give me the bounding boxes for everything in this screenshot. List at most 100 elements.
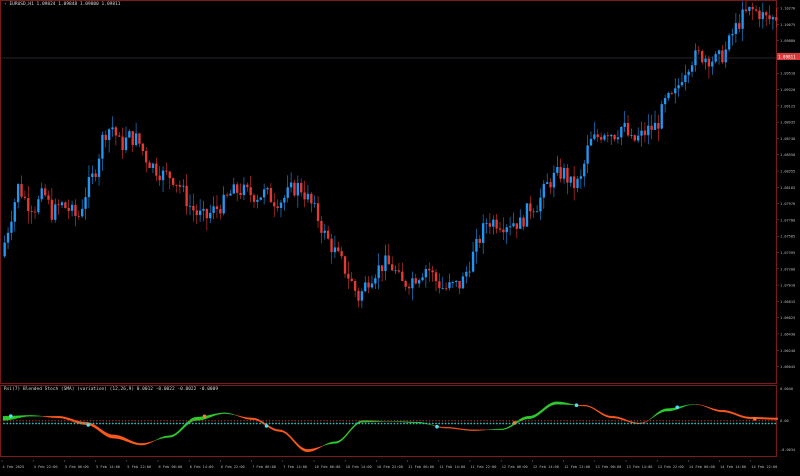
candle-body (472, 252, 474, 272)
upper-dot (323, 420, 324, 421)
candle-body (357, 291, 359, 301)
upper-dot (176, 420, 177, 421)
upper-dot (656, 420, 657, 421)
upper-dot (202, 420, 203, 421)
upper-dot (307, 420, 308, 421)
signal-dot (575, 403, 579, 407)
upper-dot (576, 420, 577, 421)
upper-dot (135, 420, 136, 421)
zero-dot (150, 423, 152, 425)
upper-dot (327, 420, 328, 421)
price-tick-label: 1.07780 (780, 218, 795, 222)
candle-body (7, 233, 9, 243)
candle-body (51, 200, 53, 220)
upper-dot (301, 420, 302, 421)
upper-dot (739, 420, 740, 421)
ribbon-segment (543, 407, 546, 412)
candle-body (664, 98, 666, 104)
ribbon-segment (310, 449, 313, 452)
zero-dot (461, 423, 463, 425)
time-tick-label: 6 Feb 06:00 (159, 465, 183, 469)
zero-dot (64, 423, 66, 425)
candle-body (711, 62, 713, 67)
upper-dot (48, 420, 49, 421)
candle-body (270, 188, 272, 202)
ribbon-segment (682, 406, 685, 408)
indicator-scale[interactable]: 0.00400.00-0.0034 (777, 385, 800, 457)
ribbon-segment (618, 417, 621, 419)
ribbon-segment (507, 426, 510, 428)
upper-dot (560, 420, 561, 421)
upper-dot (103, 420, 104, 421)
zero-dot (755, 423, 757, 425)
zero-dot (618, 423, 620, 425)
zero-dot (694, 423, 696, 425)
zero-dot (230, 423, 232, 425)
candle-body (768, 15, 770, 19)
ribbon-segment (269, 426, 272, 429)
time-tick-label: 5 Feb 22:00 (127, 465, 151, 469)
upper-dot (720, 420, 721, 421)
ribbon-segment (471, 430, 474, 431)
ribbon-segment (57, 416, 60, 418)
ribbon-segment (339, 439, 342, 442)
upper-dot (410, 420, 411, 421)
ribbon-segment (220, 413, 223, 414)
ribbon-segment (763, 417, 766, 419)
candle-body (613, 135, 615, 139)
upper-dot (435, 420, 436, 421)
upper-dot (563, 420, 564, 421)
zero-dot (445, 423, 447, 425)
candle-body (41, 188, 43, 199)
ribbon-segment (664, 409, 667, 412)
candle-body (253, 195, 255, 202)
ribbon-segment (442, 427, 445, 428)
price-chart-pane[interactable] (0, 0, 777, 384)
upper-dot (515, 420, 516, 421)
ribbon-segment (744, 416, 747, 418)
zero-dot (634, 423, 636, 425)
zero-dot (550, 423, 552, 425)
price-scale[interactable]: 1.102701.100751.098801.097051.095101.093… (777, 0, 800, 384)
upper-dot (295, 420, 296, 421)
ribbon-segment (298, 444, 301, 449)
upper-dot (429, 420, 430, 421)
candle-body (159, 176, 161, 180)
zero-dot (554, 423, 556, 425)
ribbon-segment (318, 447, 321, 449)
zero-dot (250, 423, 252, 425)
zero-dot (339, 423, 341, 425)
zero-dot (83, 423, 85, 425)
ribbon-segment (716, 409, 719, 411)
upper-dot (215, 420, 216, 421)
candle-body (586, 145, 588, 163)
candle-body (81, 209, 83, 217)
ribbon-segment (243, 417, 246, 419)
time-tick-label: 14 Feb 06:00 (689, 465, 715, 469)
zero-dot (323, 423, 325, 425)
upper-dot (573, 420, 574, 421)
ribbon-segment (132, 441, 135, 444)
indicator-pane[interactable] (0, 385, 777, 457)
candle-body (563, 168, 565, 179)
candle-body (54, 204, 56, 219)
candle-body (469, 272, 471, 273)
time-scale-svg: 4 Feb 20254 Feb 22:005 Feb 06:005 Feb 14… (0, 460, 800, 472)
ribbon-segment (236, 415, 239, 416)
ribbon-segment (217, 413, 220, 415)
ribbon-segment (272, 427, 275, 430)
zero-dot (282, 423, 284, 425)
ribbon-segment (60, 416, 63, 418)
ribbon-segment (711, 408, 714, 410)
candle-body (593, 134, 595, 138)
price-tick-label: 1.07970 (780, 202, 795, 206)
upper-dot (125, 420, 126, 421)
upper-dot (586, 420, 587, 421)
time-scale[interactable]: 4 Feb 20254 Feb 22:005 Feb 06:005 Feb 14… (0, 457, 800, 469)
upper-dot (80, 420, 81, 421)
zero-dot (13, 423, 15, 425)
ribbon-segment (140, 443, 143, 445)
candle-body (458, 281, 460, 288)
candle-body (115, 127, 117, 135)
zero-dot (400, 423, 402, 425)
